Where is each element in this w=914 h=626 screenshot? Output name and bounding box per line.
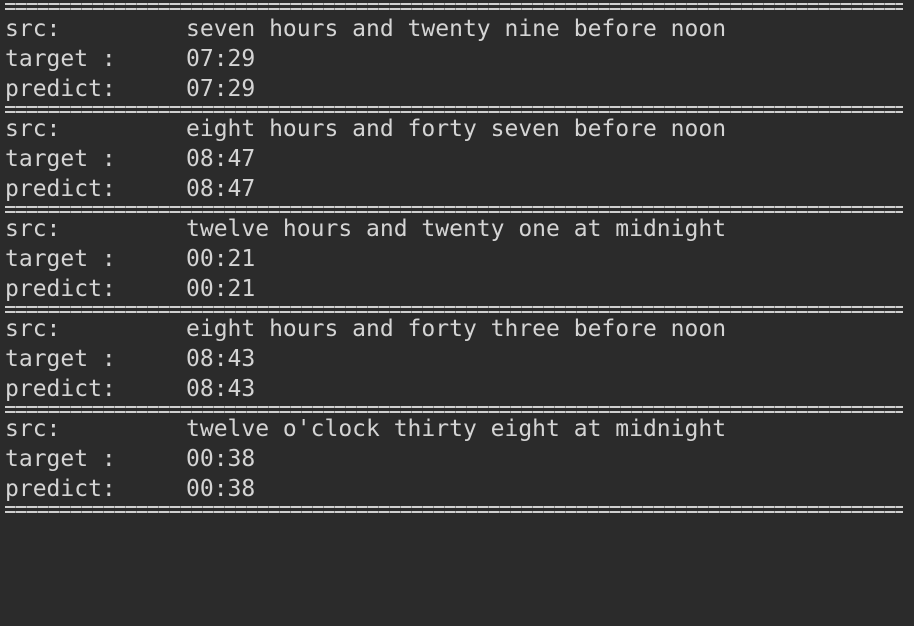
target-value: 08:47 bbox=[186, 146, 256, 172]
target-row: target : 08:43 bbox=[5, 344, 914, 374]
result-block: src: twelve hours and twenty one at midn… bbox=[5, 214, 914, 304]
terminal-output: src: seven hours and twenty nine before … bbox=[0, 0, 914, 626]
target-row: target : 08:47 bbox=[5, 144, 914, 174]
target-label: target : bbox=[5, 446, 116, 472]
separator-line bbox=[5, 404, 903, 414]
predict-row: predict: 07:29 bbox=[5, 74, 914, 104]
predict-label: predict: bbox=[5, 276, 116, 302]
predict-label: predict: bbox=[5, 476, 116, 502]
target-label: target : bbox=[5, 146, 116, 172]
result-block: src: twelve o'clock thirty eight at midn… bbox=[5, 414, 914, 504]
predict-value: 08:43 bbox=[186, 376, 256, 402]
predict-value: 08:47 bbox=[186, 176, 256, 202]
predict-row: predict: 00:21 bbox=[5, 274, 914, 304]
predict-value: 00:21 bbox=[186, 276, 256, 302]
result-block: src: eight hours and forty three before … bbox=[5, 314, 914, 404]
src-label: src: bbox=[5, 216, 61, 242]
predict-row: predict: 08:47 bbox=[5, 174, 914, 204]
target-value: 00:38 bbox=[186, 446, 256, 472]
predict-label: predict: bbox=[5, 176, 116, 202]
separator-line bbox=[5, 104, 903, 114]
src-label: src: bbox=[5, 116, 61, 142]
result-block: src: eight hours and forty seven before … bbox=[5, 114, 914, 204]
src-row: src: eight hours and forty three before … bbox=[5, 314, 914, 344]
src-value: seven hours and twenty nine before noon bbox=[186, 16, 727, 42]
target-row: target : 00:21 bbox=[5, 244, 914, 274]
separator-line bbox=[5, 0, 903, 14]
target-label: target : bbox=[5, 346, 116, 372]
target-value: 00:21 bbox=[186, 246, 256, 272]
src-value: eight hours and forty seven before noon bbox=[186, 116, 727, 142]
predict-label: predict: bbox=[5, 376, 116, 402]
predict-row: predict: 08:43 bbox=[5, 374, 914, 404]
target-label: target : bbox=[5, 46, 116, 72]
separator-line bbox=[5, 204, 903, 214]
src-row: src: eight hours and forty seven before … bbox=[5, 114, 914, 144]
src-row: src: twelve o'clock thirty eight at midn… bbox=[5, 414, 914, 444]
target-row: target : 00:38 bbox=[5, 444, 914, 474]
src-value: eight hours and forty three before noon bbox=[186, 316, 727, 342]
src-label: src: bbox=[5, 16, 61, 42]
src-label: src: bbox=[5, 416, 61, 442]
src-value: twelve o'clock thirty eight at midnight bbox=[186, 416, 727, 442]
target-value: 07:29 bbox=[186, 46, 256, 72]
target-row: target : 07:29 bbox=[5, 44, 914, 74]
target-label: target : bbox=[5, 246, 116, 272]
separator-line bbox=[5, 504, 903, 514]
src-value: twelve hours and twenty one at midnight bbox=[186, 216, 727, 242]
predict-value: 07:29 bbox=[186, 76, 256, 102]
src-row: src: twelve hours and twenty one at midn… bbox=[5, 214, 914, 244]
separator-line bbox=[5, 304, 903, 314]
src-label: src: bbox=[5, 316, 61, 342]
target-value: 08:43 bbox=[186, 346, 256, 372]
result-block: src: seven hours and twenty nine before … bbox=[5, 14, 914, 104]
predict-row: predict: 00:38 bbox=[5, 474, 914, 504]
predict-label: predict: bbox=[5, 76, 116, 102]
predict-value: 00:38 bbox=[186, 476, 256, 502]
src-row: src: seven hours and twenty nine before … bbox=[5, 14, 914, 44]
